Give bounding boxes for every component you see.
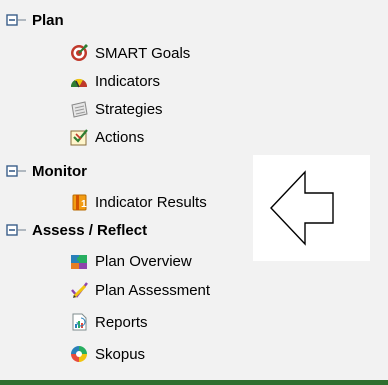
section-assess-reflect[interactable]: Assess / Reflect	[6, 219, 147, 241]
menu-item-label: Actions	[95, 128, 145, 146]
menu-item-indicator-results[interactable]: 1 Indicator Results	[69, 190, 207, 214]
collapse-toggle-icon[interactable]	[6, 164, 28, 178]
menu-item-label: Strategies	[95, 100, 163, 118]
menu-item-skopus[interactable]: Skopus	[69, 342, 145, 366]
menu-item-strategies[interactable]: Strategies	[69, 97, 163, 121]
gauge-icon	[69, 71, 89, 91]
section-plan[interactable]: Plan	[6, 9, 64, 31]
menu-item-label: Reports	[95, 313, 148, 331]
puzzle-icon	[69, 251, 89, 271]
checklist-icon	[69, 127, 89, 147]
menu-item-indicators[interactable]: Indicators	[69, 69, 160, 93]
menu-item-reports[interactable]: Reports	[69, 310, 148, 334]
menu-item-plan-overview[interactable]: Plan Overview	[69, 249, 192, 273]
menu-item-label: Plan Assessment	[95, 281, 211, 299]
checkmark-pencil-icon	[69, 280, 89, 300]
menu-item-label: Indicators	[95, 72, 161, 90]
target-icon	[69, 43, 89, 63]
menu-item-smart-goals[interactable]: SMART Goals	[69, 41, 190, 65]
callout-box	[253, 155, 370, 261]
collapse-toggle-icon[interactable]	[6, 13, 28, 27]
menu-item-plan-assessment[interactable]: Plan Assessment	[69, 278, 210, 302]
notepad-icon	[69, 99, 89, 119]
menu-item-label: SMART Goals	[95, 44, 191, 62]
menu-item-label: Indicator Results	[95, 193, 207, 211]
section-label-plan: Plan	[32, 11, 64, 29]
results-icon: 1	[69, 192, 89, 212]
report-chart-icon	[69, 312, 89, 332]
menu-item-label: Plan Overview	[95, 252, 192, 270]
left-arrow-icon	[270, 170, 334, 246]
spinner-icon	[69, 344, 89, 364]
bottom-divider	[0, 380, 388, 385]
menu-item-actions[interactable]: Actions	[69, 125, 144, 149]
section-monitor[interactable]: Monitor	[6, 160, 87, 182]
collapse-toggle-icon[interactable]	[6, 223, 28, 237]
section-label-assess-reflect: Assess / Reflect	[32, 221, 148, 239]
section-label-monitor: Monitor	[32, 162, 87, 180]
svg-text:1: 1	[81, 199, 87, 210]
menu-item-label: Skopus	[95, 345, 146, 363]
